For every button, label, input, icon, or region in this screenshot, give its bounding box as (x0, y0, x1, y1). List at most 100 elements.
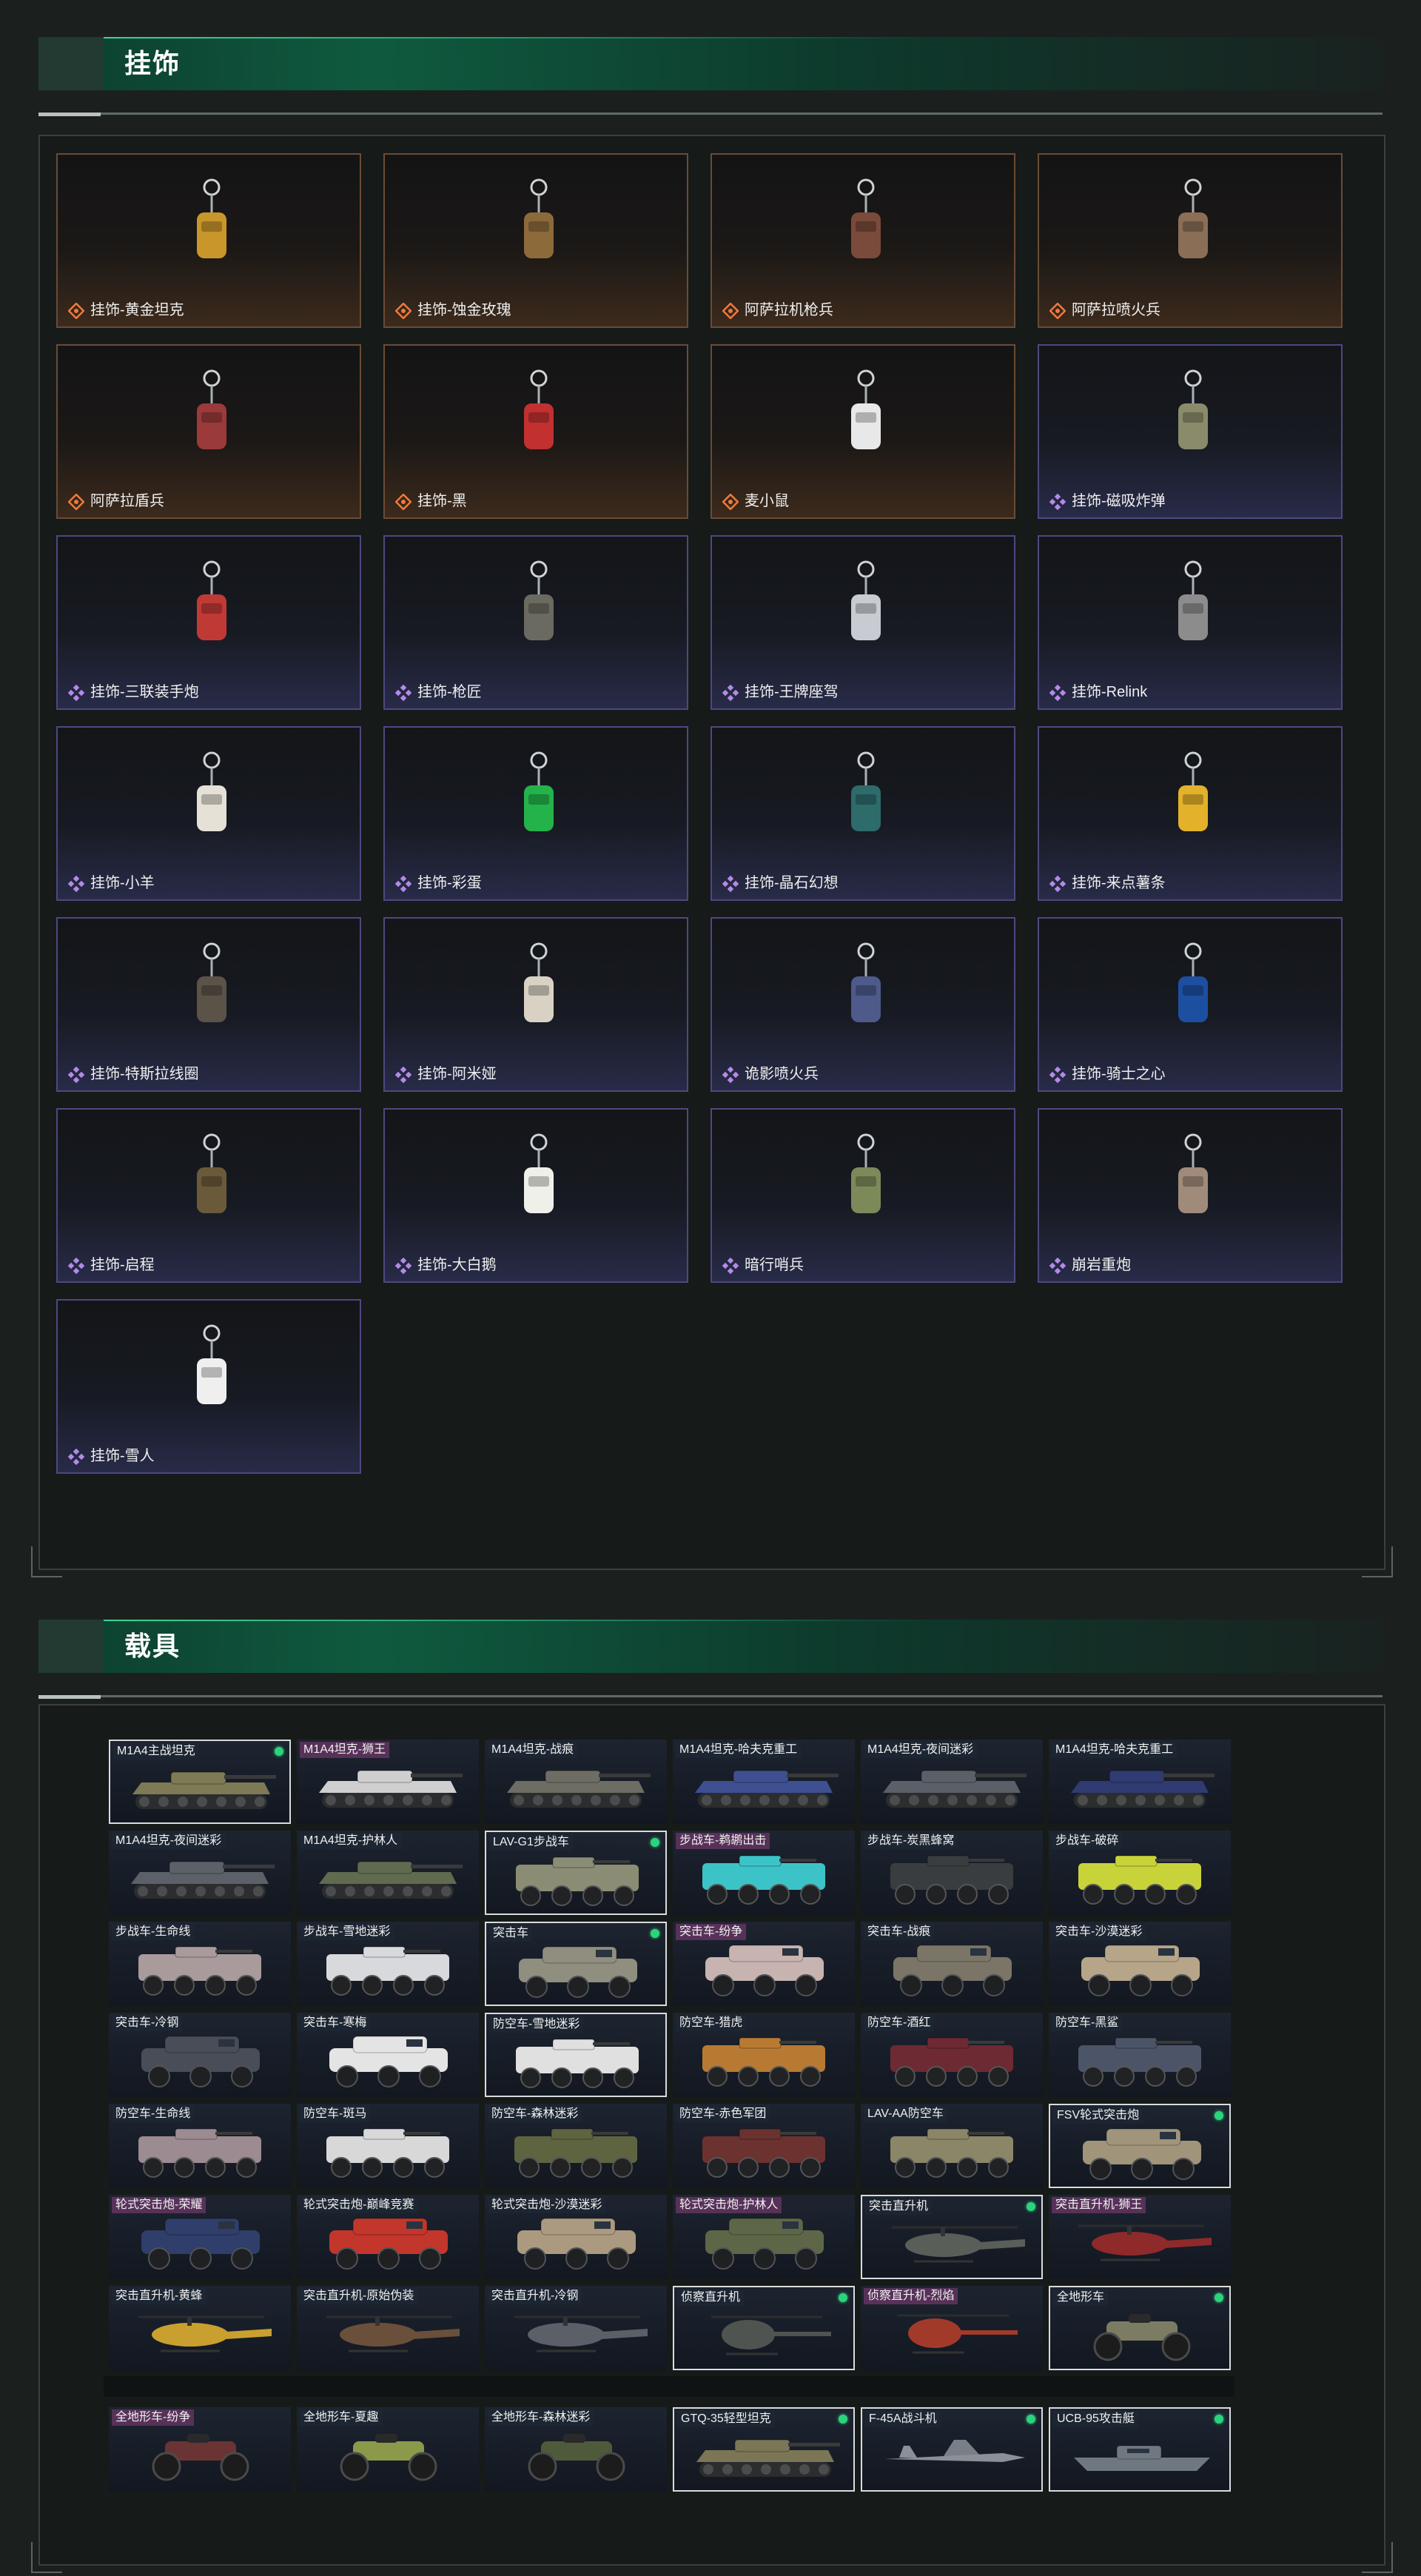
pendant-card[interactable]: 挂饰-彩蛋 (383, 726, 688, 901)
vehicle-cell[interactable]: GTQ-35轻型坦克 (673, 2407, 855, 2492)
vehicle-cell[interactable]: M1A4坦克-战痕 (485, 1740, 667, 1824)
vehicle-cell[interactable]: M1A4坦克-夜间迷彩 (861, 1740, 1043, 1824)
owned-indicator-dot (839, 2293, 847, 2302)
legendary-rarity-icon (68, 302, 84, 319)
vehicle-cell[interactable]: 轮式突击炮-沙漠迷彩 (485, 2195, 667, 2279)
panel-corner (31, 2542, 62, 2573)
vehicle-cell[interactable]: 防空车-斑马 (297, 2104, 479, 2188)
vehicle-cell[interactable]: 突击直升机-冷钢 (485, 2286, 667, 2370)
pendant-card[interactable]: 挂饰-来点薯条 (1038, 726, 1343, 901)
vehicle-name: 防空车-森林迷彩 (488, 2106, 582, 2122)
legendary-rarity-icon (395, 302, 411, 319)
pendant-card[interactable]: 崩岩重炮 (1038, 1108, 1343, 1283)
vehicle-name: F-45A战斗机 (865, 2411, 941, 2427)
vehicle-cell[interactable]: 步战车-鹈鹕出击 (673, 1831, 855, 1915)
vehicle-cell[interactable]: 侦察直升机-烈焰 (861, 2286, 1043, 2370)
vehicle-cell[interactable]: 防空车-森林迷彩 (485, 2104, 667, 2188)
boat-vehicle-icon (1074, 2445, 1210, 2471)
pendant-card[interactable]: 阿萨拉喷火兵 (1038, 153, 1343, 328)
pendant-card[interactable]: 挂饰-磁吸炸弹 (1038, 344, 1343, 519)
vehicle-name: 步战车-生命线 (112, 1924, 195, 1940)
owned-indicator-dot (1215, 2293, 1223, 2302)
vehicle-cell[interactable]: 突击直升机-原始伪装 (297, 2286, 479, 2370)
vehicle-cell[interactable]: 突击车-纷争 (673, 1922, 855, 2006)
mrap-vehicle-icon (141, 2218, 260, 2270)
pendant-card[interactable]: 挂饰-启程 (56, 1108, 361, 1283)
vehicle-cell[interactable]: 防空车-酒红 (861, 2013, 1043, 2097)
pendant-card[interactable]: 阿萨拉机枪兵 (710, 153, 1015, 328)
pendant-card[interactable]: 挂饰-小羊 (56, 726, 361, 901)
pendant-name: 挂饰-雪人 (90, 1448, 155, 1464)
pendant-name: 麦小鼠 (745, 493, 789, 509)
ifv-vehicle-icon (514, 2128, 637, 2178)
pendant-card[interactable]: 挂饰-蚀金玫瑰 (383, 153, 688, 328)
pendant-name: 挂饰-大白鹅 (417, 1257, 497, 1273)
vehicle-cell[interactable]: 步战车-破碎 (1049, 1831, 1231, 1915)
atv-vehicle-icon (340, 2434, 437, 2481)
vehicle-cell[interactable]: 突击直升机 (861, 2195, 1043, 2279)
vehicle-cell[interactable]: 防空车-猎虎 (673, 2013, 855, 2097)
vehicle-cell[interactable]: 全地形车-纷争 (109, 2407, 291, 2492)
pendant-card[interactable]: 挂饰-Relink (1038, 535, 1343, 710)
pendant-card[interactable]: 挂饰-骑士之心 (1038, 917, 1343, 1092)
pendant-label-row: 挂饰-骑士之心 (1049, 1064, 1166, 1084)
vehicle-cell[interactable]: FSV轮式突击炮 (1049, 2104, 1231, 2188)
vehicle-cell[interactable]: LAV-G1步战车 (485, 1831, 667, 1915)
tank-vehicle-icon (695, 1770, 839, 1808)
vehicle-cell[interactable]: 防空车-赤色军团 (673, 2104, 855, 2188)
pendant-card[interactable]: 挂饰-晶石幻想 (710, 726, 1015, 901)
vehicle-cell[interactable]: 突击直升机-狮王 (1049, 2195, 1231, 2279)
vehicle-cell[interactable]: 防空车-雪地迷彩 (485, 2013, 667, 2097)
pendant-name: 挂饰-启程 (90, 1257, 155, 1273)
vehicle-cell[interactable]: 突击直升机-黄蜂 (109, 2286, 291, 2370)
pendant-card[interactable]: 挂饰-雪人 (56, 1299, 361, 1474)
vehicle-name: 全地形车-夏趣 (300, 2409, 383, 2426)
legendary-rarity-icon (1049, 302, 1066, 319)
vehicle-cell[interactable]: 防空车-黑鲨 (1049, 2013, 1231, 2097)
vehicle-cell[interactable]: 轮式突击炮-巅峰竞赛 (297, 2195, 479, 2279)
vehicle-cell[interactable]: 步战车-炭黑蜂窝 (861, 1831, 1043, 1915)
vehicle-name: 突击直升机-狮王 (1052, 2197, 1146, 2213)
pendant-card[interactable]: 麦小鼠 (710, 344, 1015, 519)
pendant-card[interactable]: 挂饰-大白鹅 (383, 1108, 688, 1283)
pendant-card[interactable]: 挂饰-特斯拉线圈 (56, 917, 361, 1092)
vehicle-cell[interactable]: 突击车-冷钢 (109, 2013, 291, 2097)
vehicle-cell[interactable]: M1A4坦克-护林人 (297, 1831, 479, 1915)
jet-plane-pendant-icon (851, 560, 881, 640)
vehicle-cell[interactable]: 突击车-寒梅 (297, 2013, 479, 2097)
vehicle-cell[interactable]: 全地形车-森林迷彩 (485, 2407, 667, 2492)
vehicle-cell[interactable]: M1A4主战坦克 (109, 1740, 291, 1824)
vehicle-cell[interactable]: 突击车 (485, 1922, 667, 2006)
pendant-card[interactable]: 挂饰-黑 (383, 344, 688, 519)
pendant-card[interactable]: 诡影喷火兵 (710, 917, 1015, 1092)
pendant-card[interactable]: 暗行哨兵 (710, 1108, 1015, 1283)
panel-corner (1362, 2542, 1393, 2573)
vehicle-cell[interactable]: M1A4坦克-夜间迷彩 (109, 1831, 291, 1915)
vehicle-cell[interactable]: 轮式突击炮-荣耀 (109, 2195, 291, 2279)
vehicle-cell[interactable]: 步战车-雪地迷彩 (297, 1922, 479, 2006)
vehicle-cell[interactable]: 防空车-生命线 (109, 2104, 291, 2188)
pendant-card[interactable]: 挂饰-阿米娅 (383, 917, 688, 1092)
vehicle-cell[interactable]: LAV-AA防空车 (861, 2104, 1043, 2188)
pendant-card[interactable]: 挂饰-枪匠 (383, 535, 688, 710)
pendant-card[interactable]: 挂饰-三联装手炮 (56, 535, 361, 710)
vehicle-cell[interactable]: M1A4坦克-哈夫克重工 (1049, 1740, 1231, 1824)
vehicle-cell[interactable]: 突击车-战痕 (861, 1922, 1043, 2006)
pendant-card[interactable]: 挂饰-黄金坦克 (56, 153, 361, 328)
vehicle-cell[interactable]: F-45A战斗机 (861, 2407, 1043, 2492)
vehicle-cell[interactable]: 侦察直升机 (673, 2286, 855, 2370)
vehicle-cell[interactable]: 轮式突击炮-护林人 (673, 2195, 855, 2279)
vehicle-cell[interactable]: M1A4坦克-狮王 (297, 1740, 479, 1824)
tank-vehicle-icon (1071, 1770, 1215, 1808)
pendant-label-row: 挂饰-大白鹅 (395, 1255, 497, 1275)
vehicle-cell[interactable]: 全地形车 (1049, 2286, 1231, 2370)
pendant-label-row: 阿萨拉盾兵 (68, 491, 164, 511)
pendant-card[interactable]: 阿萨拉盾兵 (56, 344, 361, 519)
vehicle-cell[interactable]: 突击车-沙漠迷彩 (1049, 1922, 1231, 2006)
epic-rarity-icon (68, 875, 84, 892)
vehicle-cell[interactable]: 步战车-生命线 (109, 1922, 291, 2006)
vehicle-cell[interactable]: M1A4坦克-哈夫克重工 (673, 1740, 855, 1824)
vehicle-cell[interactable]: 全地形车-夏趣 (297, 2407, 479, 2492)
vehicle-cell[interactable]: UCB-95攻击艇 (1049, 2407, 1231, 2492)
pendant-card[interactable]: 挂饰-王牌座驾 (710, 535, 1015, 710)
